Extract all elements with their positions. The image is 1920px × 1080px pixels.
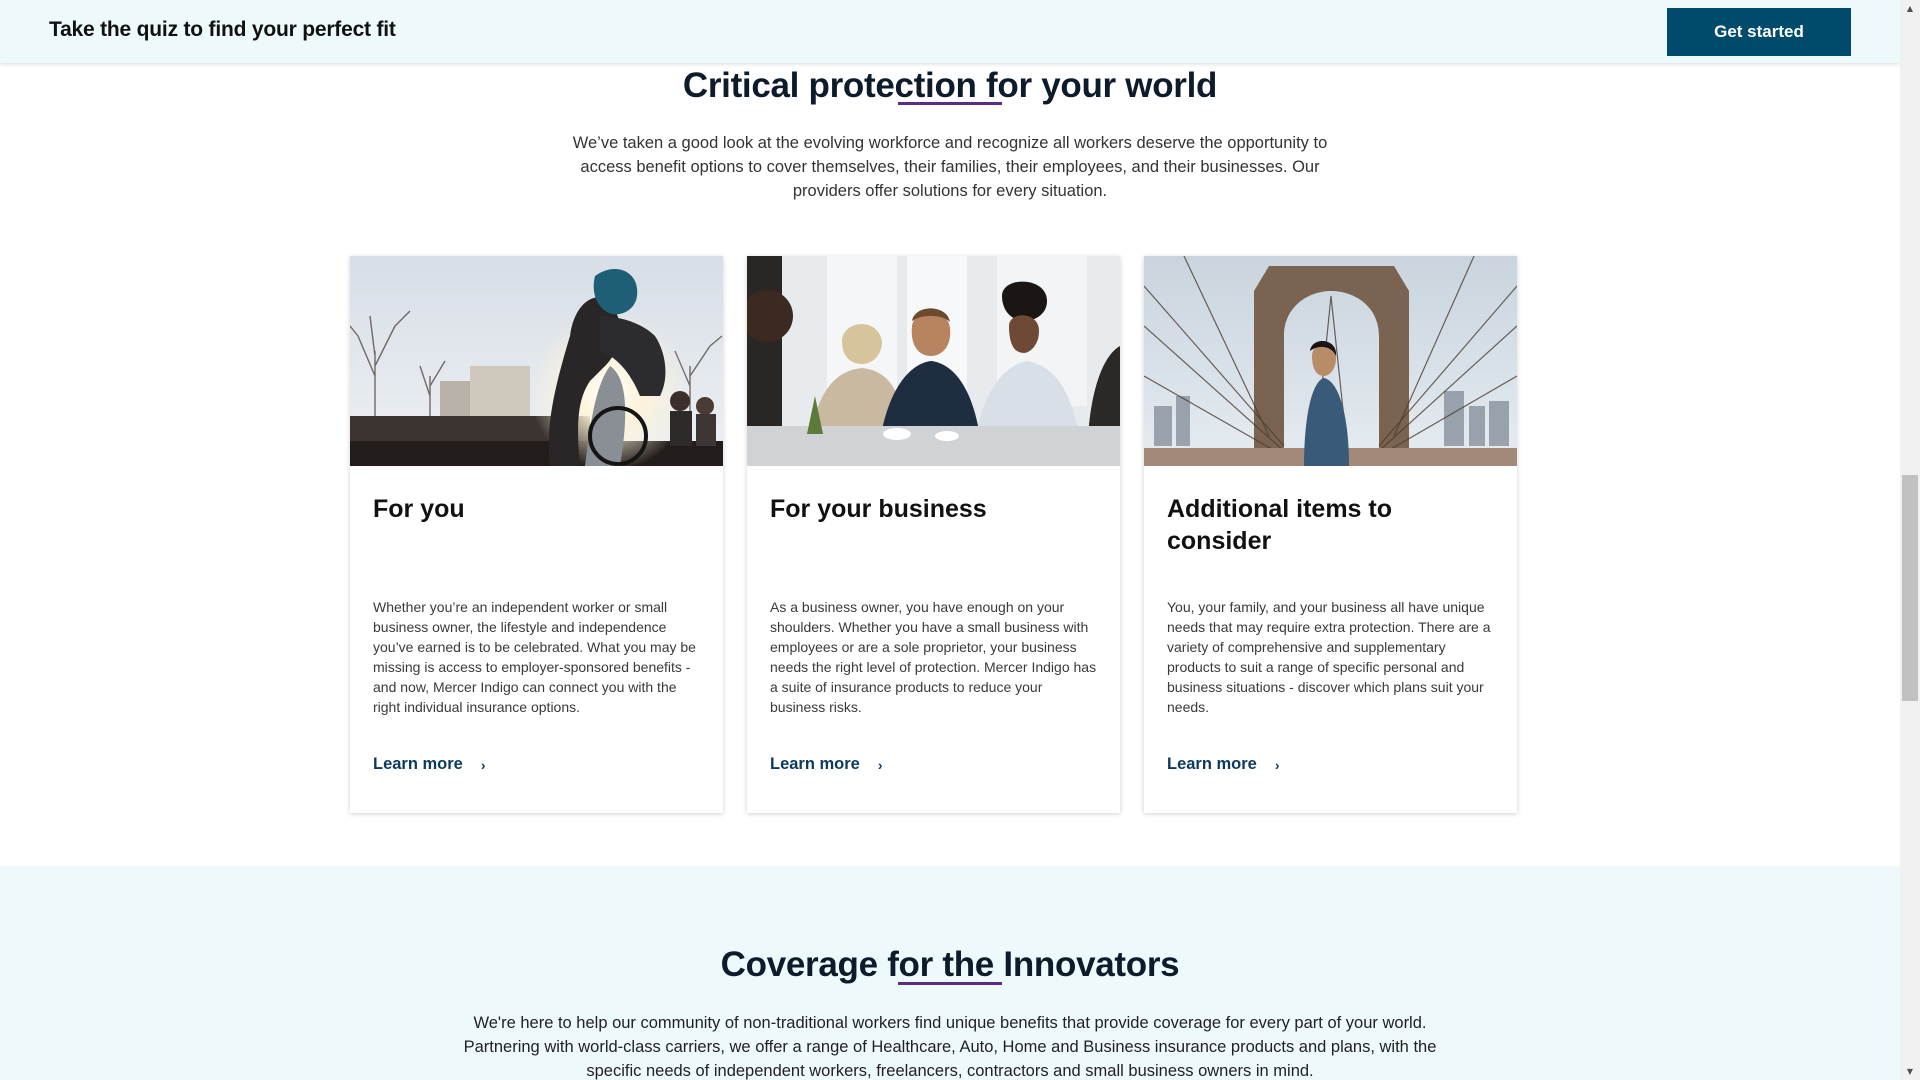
learn-more-label: Learn more <box>1167 755 1257 773</box>
card-photo-business-meeting <box>747 256 1120 466</box>
section-title-innovators: Coverage for the Innovators <box>720 945 1180 985</box>
get-started-button[interactable]: Get started <box>1667 8 1851 56</box>
section-intro-protection: We’ve taken a good look at the evolving … <box>572 134 1328 200</box>
title-underline <box>898 982 1002 985</box>
card-photo-woman-with-bicycle <box>350 256 723 466</box>
chevron-right-icon: › <box>877 756 883 773</box>
card-additional-items: Additional items to consider You, your f… <box>1144 256 1517 813</box>
sticky-quiz-banner: Take the quiz to find your perfect fit G… <box>0 0 1900 63</box>
learn-more-link-additional-items[interactable]: Learn more › <box>1167 755 1280 774</box>
card-title: Additional items to consider <box>1167 495 1392 555</box>
chevron-right-icon: › <box>1274 756 1280 773</box>
learn-more-label: Learn more <box>770 755 860 773</box>
section-intro-innovators: We're here to help our community of non-… <box>463 1014 1437 1080</box>
chevron-right-icon: › <box>480 756 486 773</box>
learn-more-link-for-you[interactable]: Learn more › <box>373 755 486 774</box>
scroll-up-arrow-icon[interactable]: ▲ <box>1900 0 1920 17</box>
card-for-you: For you Whether you’re an independent wo… <box>350 256 723 813</box>
quiz-banner-title: Take the quiz to find your perfect fit <box>49 18 396 41</box>
scroll-down-arrow-icon[interactable]: ▼ <box>1900 1063 1920 1080</box>
card-title: For your business <box>770 495 987 523</box>
vertical-scrollbar[interactable]: ▲ ▼ <box>1900 0 1920 1080</box>
card-body: As a business owner, you have enough on … <box>770 599 1097 715</box>
page: Critical protection for your world We’ve… <box>0 0 1900 1080</box>
section-innovators: Coverage for the Innovators We're here t… <box>0 866 1900 1080</box>
card-for-your-business: For your business As a business owner, y… <box>747 256 1120 813</box>
section-title-protection: Critical protection for your world <box>682 66 1218 106</box>
card-photo-woman-on-bridge <box>1144 256 1517 466</box>
card-body: Whether you’re an independent worker or … <box>373 599 696 715</box>
learn-more-link-for-your-business[interactable]: Learn more › <box>770 755 883 774</box>
title-underline <box>898 102 1002 105</box>
scrollbar-thumb[interactable] <box>1902 475 1918 701</box>
card-body: You, your family, and your business all … <box>1167 599 1491 715</box>
learn-more-label: Learn more <box>373 755 463 773</box>
card-title: For you <box>373 495 465 523</box>
